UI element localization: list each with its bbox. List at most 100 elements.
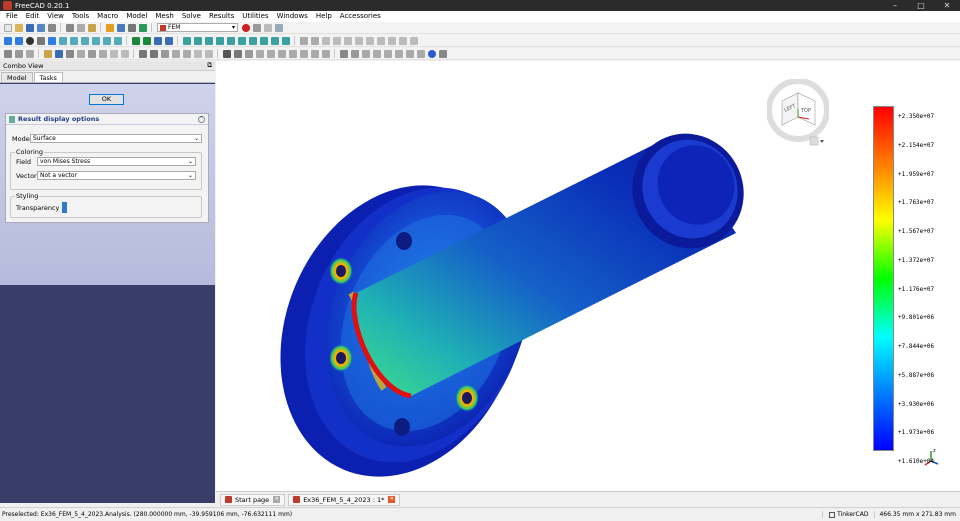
constraint-pressure-icon[interactable] [398,36,407,45]
initial-temp-icon[interactable] [65,49,74,58]
transparency-slider[interactable] [62,202,68,213]
menu-windows[interactable]: Windows [273,11,312,22]
heatflux-icon[interactable] [76,49,85,58]
tab-document[interactable]: Ex36_FEM_5_4_2023 : 1* ✕ [288,493,401,506]
result-show-icon[interactable] [339,49,348,58]
sync-view-icon[interactable] [153,36,162,45]
constraint-centrif-icon[interactable] [409,36,418,45]
mesh-group-icon[interactable] [182,49,191,58]
field-select[interactable]: von Mises Stress ⌄ [37,157,196,166]
workbench-selector[interactable]: FEM ▾ [157,23,239,32]
result-purge-icon[interactable] [350,49,359,58]
ok-button[interactable]: OK [89,94,124,105]
view-left-icon[interactable] [113,36,122,45]
mesh-gmsh-icon[interactable] [149,49,158,58]
undo-icon[interactable] [105,23,114,32]
equation-heat-icon[interactable] [299,49,308,58]
post-line-icon[interactable] [416,49,425,58]
measure-clear-icon[interactable] [25,49,34,58]
3d-viewport[interactable]: z LEFT TOP +2.350e+07 +2.154e+07 +1.959e… [216,61,960,491]
constraint-plane-icon[interactable] [321,36,330,45]
mesh-clear-icon[interactable] [193,49,202,58]
menu-model[interactable]: Model [122,11,151,22]
fem-beam-icon[interactable] [270,36,279,45]
mesh-display-icon[interactable] [204,49,213,58]
view-top-icon[interactable] [69,36,78,45]
mesh-boundary-icon[interactable] [160,49,169,58]
constraint-sectionprint-icon[interactable] [365,36,374,45]
tab-tasks[interactable]: Tasks [33,72,63,82]
refresh-icon[interactable] [127,23,136,32]
equation-elasticity-icon[interactable] [255,49,264,58]
mesh-region-icon[interactable] [171,49,180,58]
open-folder-icon[interactable] [14,23,23,32]
arrow-right-icon[interactable] [142,36,151,45]
zoom-box-icon[interactable] [164,36,173,45]
post-pipeline-icon[interactable] [361,49,370,58]
minimize-button[interactable]: – [882,1,908,10]
draw-style-icon[interactable] [25,36,34,45]
more-tools-icon[interactable] [438,49,447,58]
fem-solver-icon[interactable] [193,36,202,45]
menu-accessories[interactable]: Accessories [336,11,385,22]
constraint-force-icon[interactable] [387,36,396,45]
tab-start-page[interactable]: Start page ✕ [220,493,286,506]
temperature-icon[interactable] [87,49,96,58]
close-icon[interactable]: ✕ [273,496,281,503]
view-axo-icon[interactable] [47,36,56,45]
equation-flux-icon[interactable] [288,49,297,58]
close-icon[interactable]: ✕ [388,496,396,503]
menu-view[interactable]: View [43,11,68,22]
solver-ccx-icon[interactable] [222,49,231,58]
bodyheat-icon[interactable] [54,49,63,58]
globe-icon[interactable] [427,49,436,58]
record-macro-icon[interactable] [241,23,250,32]
view-rear-icon[interactable] [91,36,100,45]
menu-mesh[interactable]: Mesh [151,11,177,22]
redo-icon[interactable] [116,23,125,32]
navigation-style-selector[interactable]: TinkerCAD [822,511,874,518]
run-macro-icon[interactable] [274,23,283,32]
collapse-icon[interactable]: ^ [198,115,205,123]
menu-results[interactable]: Results [205,11,238,22]
arrow-left-icon[interactable] [131,36,140,45]
menu-edit[interactable]: Edit [22,11,44,22]
save-as-icon[interactable] [36,23,45,32]
view-front-icon[interactable] [58,36,67,45]
post-warp-icon[interactable] [372,49,381,58]
menu-utilities[interactable]: Utilities [238,11,272,22]
electrostatic-icon[interactable] [98,49,107,58]
measure-icon[interactable] [3,49,12,58]
view-bottom-icon[interactable] [102,36,111,45]
stop-macro-icon[interactable] [252,23,261,32]
fem-result-model[interactable]: z [216,61,960,491]
fem-mesh-icon[interactable] [226,36,235,45]
menu-help[interactable]: Help [312,11,336,22]
navigation-cube[interactable]: LEFT TOP [767,79,829,151]
print-icon[interactable] [47,23,56,32]
post-clip-icon[interactable] [405,49,414,58]
menu-file[interactable]: File [2,11,22,22]
post-cut-icon[interactable] [394,49,403,58]
chevron-down-icon[interactable] [820,140,824,143]
vector-select[interactable]: Not a vector ⌄ [37,171,196,180]
solver-elmer-icon[interactable] [233,49,242,58]
cut-icon[interactable] [65,23,74,32]
constraint-tie-icon[interactable] [343,36,352,45]
solver-run-icon[interactable] [321,49,330,58]
flow-velocity-icon[interactable] [109,49,118,58]
constraint-fixed-icon[interactable] [299,36,308,45]
maximize-button[interactable]: □ [908,1,934,10]
text-document-icon[interactable] [43,49,52,58]
constraint-contact-icon[interactable] [332,36,341,45]
fem-section-icon[interactable] [259,36,268,45]
macro-list-icon[interactable] [263,23,272,32]
whats-this-icon[interactable] [138,23,147,32]
menu-macro[interactable]: Macro [93,11,122,22]
initial-flow-icon[interactable] [120,49,129,58]
fem-region-icon[interactable] [237,36,246,45]
solver-control-icon[interactable] [310,49,319,58]
fit-selection-icon[interactable] [14,36,23,45]
mesh-netgen-icon[interactable] [138,49,147,58]
fem-fluid-icon[interactable] [215,36,224,45]
